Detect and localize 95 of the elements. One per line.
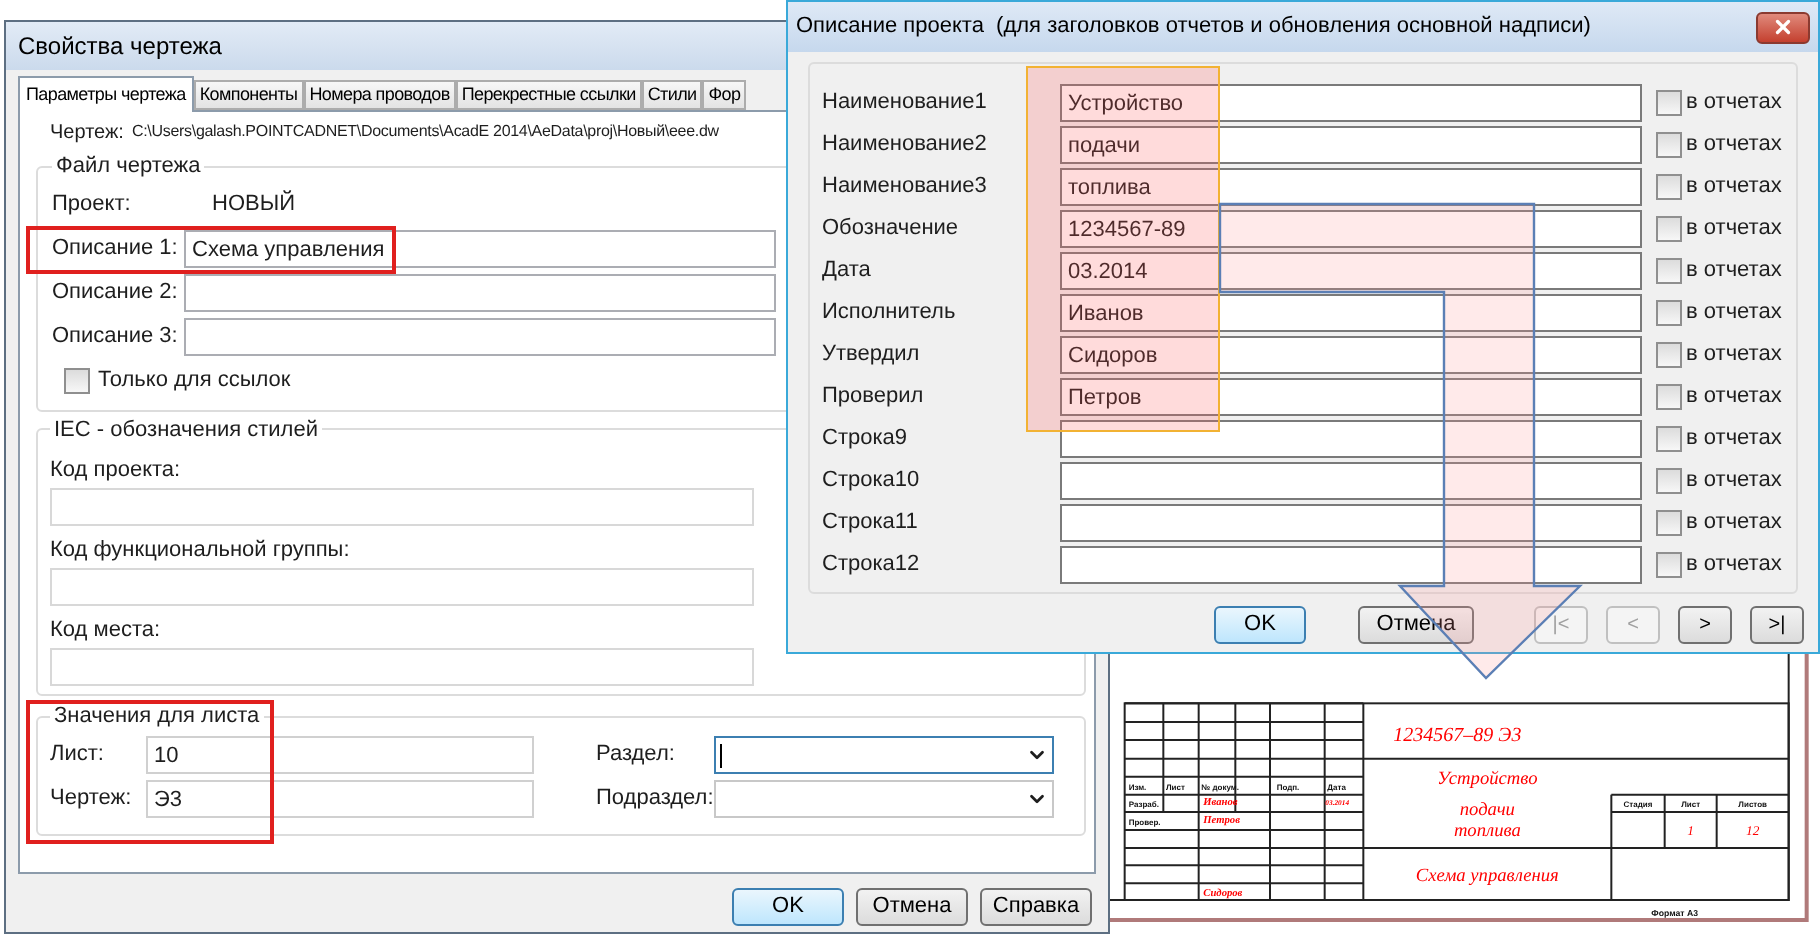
field-label: Раздел: [596,740,677,771]
field-label: Код проекта: [50,456,181,487]
drawing-name-line: Устройство [1437,770,1538,790]
text-field[interactable] [184,318,776,356]
checkbox[interactable] [1656,552,1682,578]
checkbox-label: в отчетах [1686,172,1782,203]
text-field[interactable]: Иванов [1060,294,1642,332]
checkbox-label: в отчетах [1686,256,1782,287]
field-label: Строка9 [822,424,910,455]
tab[interactable]: Номера проводов [303,80,456,110]
checkbox[interactable] [1656,510,1682,536]
field-label: Строка12 [822,550,922,581]
checkbox[interactable] [1656,426,1682,452]
text-field[interactable]: Схема управления [184,230,776,268]
dialog-button[interactable]: OK [1214,605,1306,643]
checkbox-label: в отчетах [1686,382,1782,413]
checkbox-label: в отчетах [1686,508,1782,539]
tab[interactable]: Стили [641,80,703,110]
checkbox-label: в отчетах [1686,214,1782,245]
nav-button[interactable]: > [1678,605,1732,643]
field-label: Лист: [50,740,106,771]
tab[interactable]: Перекрестные ссылки [455,80,642,110]
field-label: Код места: [50,616,161,647]
text-field[interactable]: 1234567-89 [1060,210,1642,248]
field-label: Проект: [52,190,133,221]
text-field[interactable] [184,274,776,312]
text-field[interactable]: 10 [146,736,534,774]
field-label: Описание 1: [52,234,180,265]
checkbox[interactable] [1656,216,1682,242]
tab[interactable]: Компоненты [193,80,304,110]
group-title: Значения для листа [52,702,262,732]
field-label: Обозначение [822,214,961,245]
project-name: НОВЫЙ [212,188,295,221]
tab[interactable]: Параметры чертежа [18,76,194,112]
text-field[interactable]: Сидоров [1060,336,1642,374]
checkbox[interactable] [1656,90,1682,116]
text-field[interactable]: Петров [1060,378,1642,416]
text-field[interactable] [1060,462,1642,500]
checkbox-label: в отчетах [1686,130,1782,161]
text-field[interactable]: 03.2014 [1060,252,1642,290]
window-title: Описание проекта (для заголовков отчетов и обновления основной надписи) [796,12,1591,43]
text-field[interactable] [1060,420,1642,458]
dropdown[interactable] [714,736,1054,774]
checkbox-label: в отчетах [1686,424,1782,455]
tab[interactable]: Фор [702,80,747,110]
window-title: Свойства чертежа [18,30,222,64]
field-label: Код функциональной группы: [50,536,350,567]
text-field[interactable] [1060,504,1642,542]
checkbox-label: в отчетах [1686,466,1782,497]
close-icon [1772,16,1794,38]
drawing-designation: 1234567–89 Э3 [1393,725,1522,748]
checkbox[interactable] [1656,258,1682,284]
checkbox-label: в отчетах [1686,340,1782,371]
field-label: Подраздел: [596,784,714,815]
field-label: Наименование1 [822,88,989,119]
dialog-button[interactable]: Справка [980,888,1092,926]
checkbox[interactable] [1656,468,1682,494]
close-button[interactable] [1756,11,1810,43]
checkbox-label: в отчетах [1686,298,1782,329]
drawing-path: C:\Users\galash.POINTCADNET\Documents\AcadE 2014\AeData\proj\Новый\eee.dw [131,120,719,144]
group-title: Файл чертежа [54,152,203,182]
text-field[interactable]: подачи [1060,126,1642,164]
field-label: Утвердил [822,340,922,371]
field-label: Дата [822,256,873,287]
checkbox[interactable] [1656,174,1682,200]
nav-button[interactable]: >| [1750,605,1804,643]
text-field[interactable]: Устройство [1060,84,1642,122]
field-label: Описание 2: [52,278,180,309]
dialog-button[interactable]: OK [732,888,844,926]
checkbox[interactable] [1656,342,1682,368]
drawing-name-line: подачи [1459,800,1515,821]
text-cursor [720,743,722,767]
text-field[interactable]: Э3 [146,780,534,818]
dialog-button[interactable]: Отмена [856,888,968,926]
field-label: Строка10 [822,466,922,497]
drawing-name-line: топлива [1453,822,1521,842]
checkbox[interactable] [64,367,90,393]
text-field[interactable] [1060,546,1642,584]
field-label: Чертеж: [50,784,134,815]
field-label: Наименование3 [822,172,989,203]
field-label: Строка11 [822,508,920,539]
field-label: Наименование2 [822,130,989,161]
checkbox[interactable] [1656,300,1682,326]
field-label: Исполнитель [822,298,958,329]
checkbox[interactable] [1656,132,1682,158]
checkbox-label: в отчетах [1686,550,1782,581]
field-label: Описание 3: [52,322,180,353]
group-title: IEC - обозначения стилей [52,415,320,445]
path-label: Чертеж: [50,119,124,147]
checkbox-label: Только для ссылок [98,365,291,396]
drawing-title: Схема управления [1415,867,1559,888]
text-field[interactable]: топлива [1060,168,1642,206]
field-label: Проверил [822,382,926,413]
checkbox[interactable] [1656,384,1682,410]
checkbox-label: в отчетах [1686,88,1782,119]
